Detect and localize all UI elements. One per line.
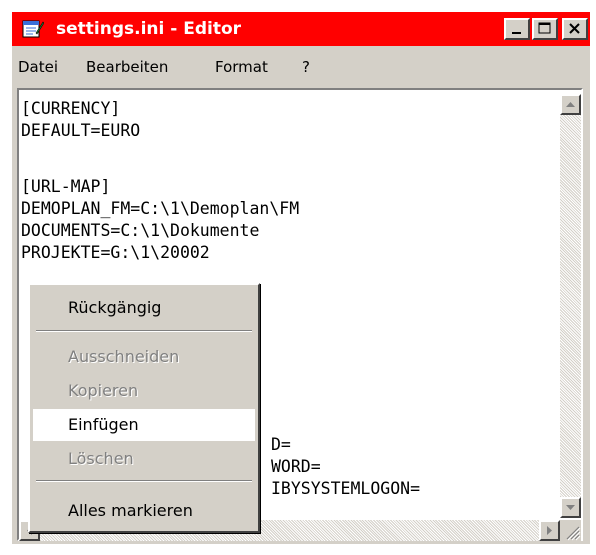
close-icon [569, 23, 580, 34]
notepad-icon [22, 20, 44, 38]
arrow-down-icon [566, 505, 575, 510]
text-line-partial: IBYSYSTEMLOGON= [271, 479, 421, 498]
scroll-up-button[interactable] [560, 94, 581, 115]
maximize-button[interactable] [532, 18, 558, 40]
resize-grip-icon [566, 526, 581, 541]
menu-separator [36, 480, 252, 482]
menu-bar: Datei Bearbeiten Format ? [12, 52, 590, 82]
vertical-scrollbar[interactable] [560, 94, 581, 518]
text-line-partial: D= [271, 435, 291, 454]
context-item-select-all[interactable]: Alles markieren [33, 495, 255, 527]
arrow-right-icon [547, 526, 552, 535]
menu-format[interactable]: Format [215, 57, 268, 77]
context-item-copy: Kopieren [68, 381, 139, 400]
arrow-up-icon [566, 102, 575, 107]
maximize-icon [538, 22, 551, 34]
title-bar[interactable]: settings.ini - Editor [12, 12, 590, 46]
text-line: [CURRENCY] [21, 99, 121, 118]
text-line: DOCUMENTS=C:\1\Dokumente [21, 221, 260, 240]
context-item-paste[interactable]: Einfügen [33, 409, 255, 441]
size-grip[interactable] [560, 520, 581, 541]
menu-separator [36, 330, 252, 332]
close-button[interactable] [562, 18, 588, 40]
text-line: [URL-MAP] [21, 177, 111, 196]
text-line-partial: WORD= [271, 457, 321, 476]
menu-bearbeiten[interactable]: Bearbeiten [86, 57, 168, 77]
window-title: settings.ini - Editor [56, 19, 242, 39]
menu-help[interactable]: ? [302, 57, 310, 77]
menu-datei[interactable]: Datei [18, 57, 58, 77]
text-line: DEFAULT=EURO [21, 121, 141, 140]
context-menu: Rückgängig Ausschneiden Kopieren Einfüge… [28, 283, 260, 533]
text-line: PROJEKTE=G:\1\20002 [21, 243, 210, 262]
scroll-down-button[interactable] [560, 497, 581, 518]
context-item-cut: Ausschneiden [68, 347, 180, 366]
minimize-icon [512, 32, 521, 34]
context-item-undo[interactable]: Rückgängig [33, 292, 255, 324]
scroll-right-button[interactable] [539, 520, 560, 541]
context-item-delete: Löschen [68, 449, 134, 468]
minimize-button[interactable] [504, 18, 530, 40]
text-line: DEMOPLAN_FM=C:\1\Demoplan\FM [21, 199, 300, 218]
